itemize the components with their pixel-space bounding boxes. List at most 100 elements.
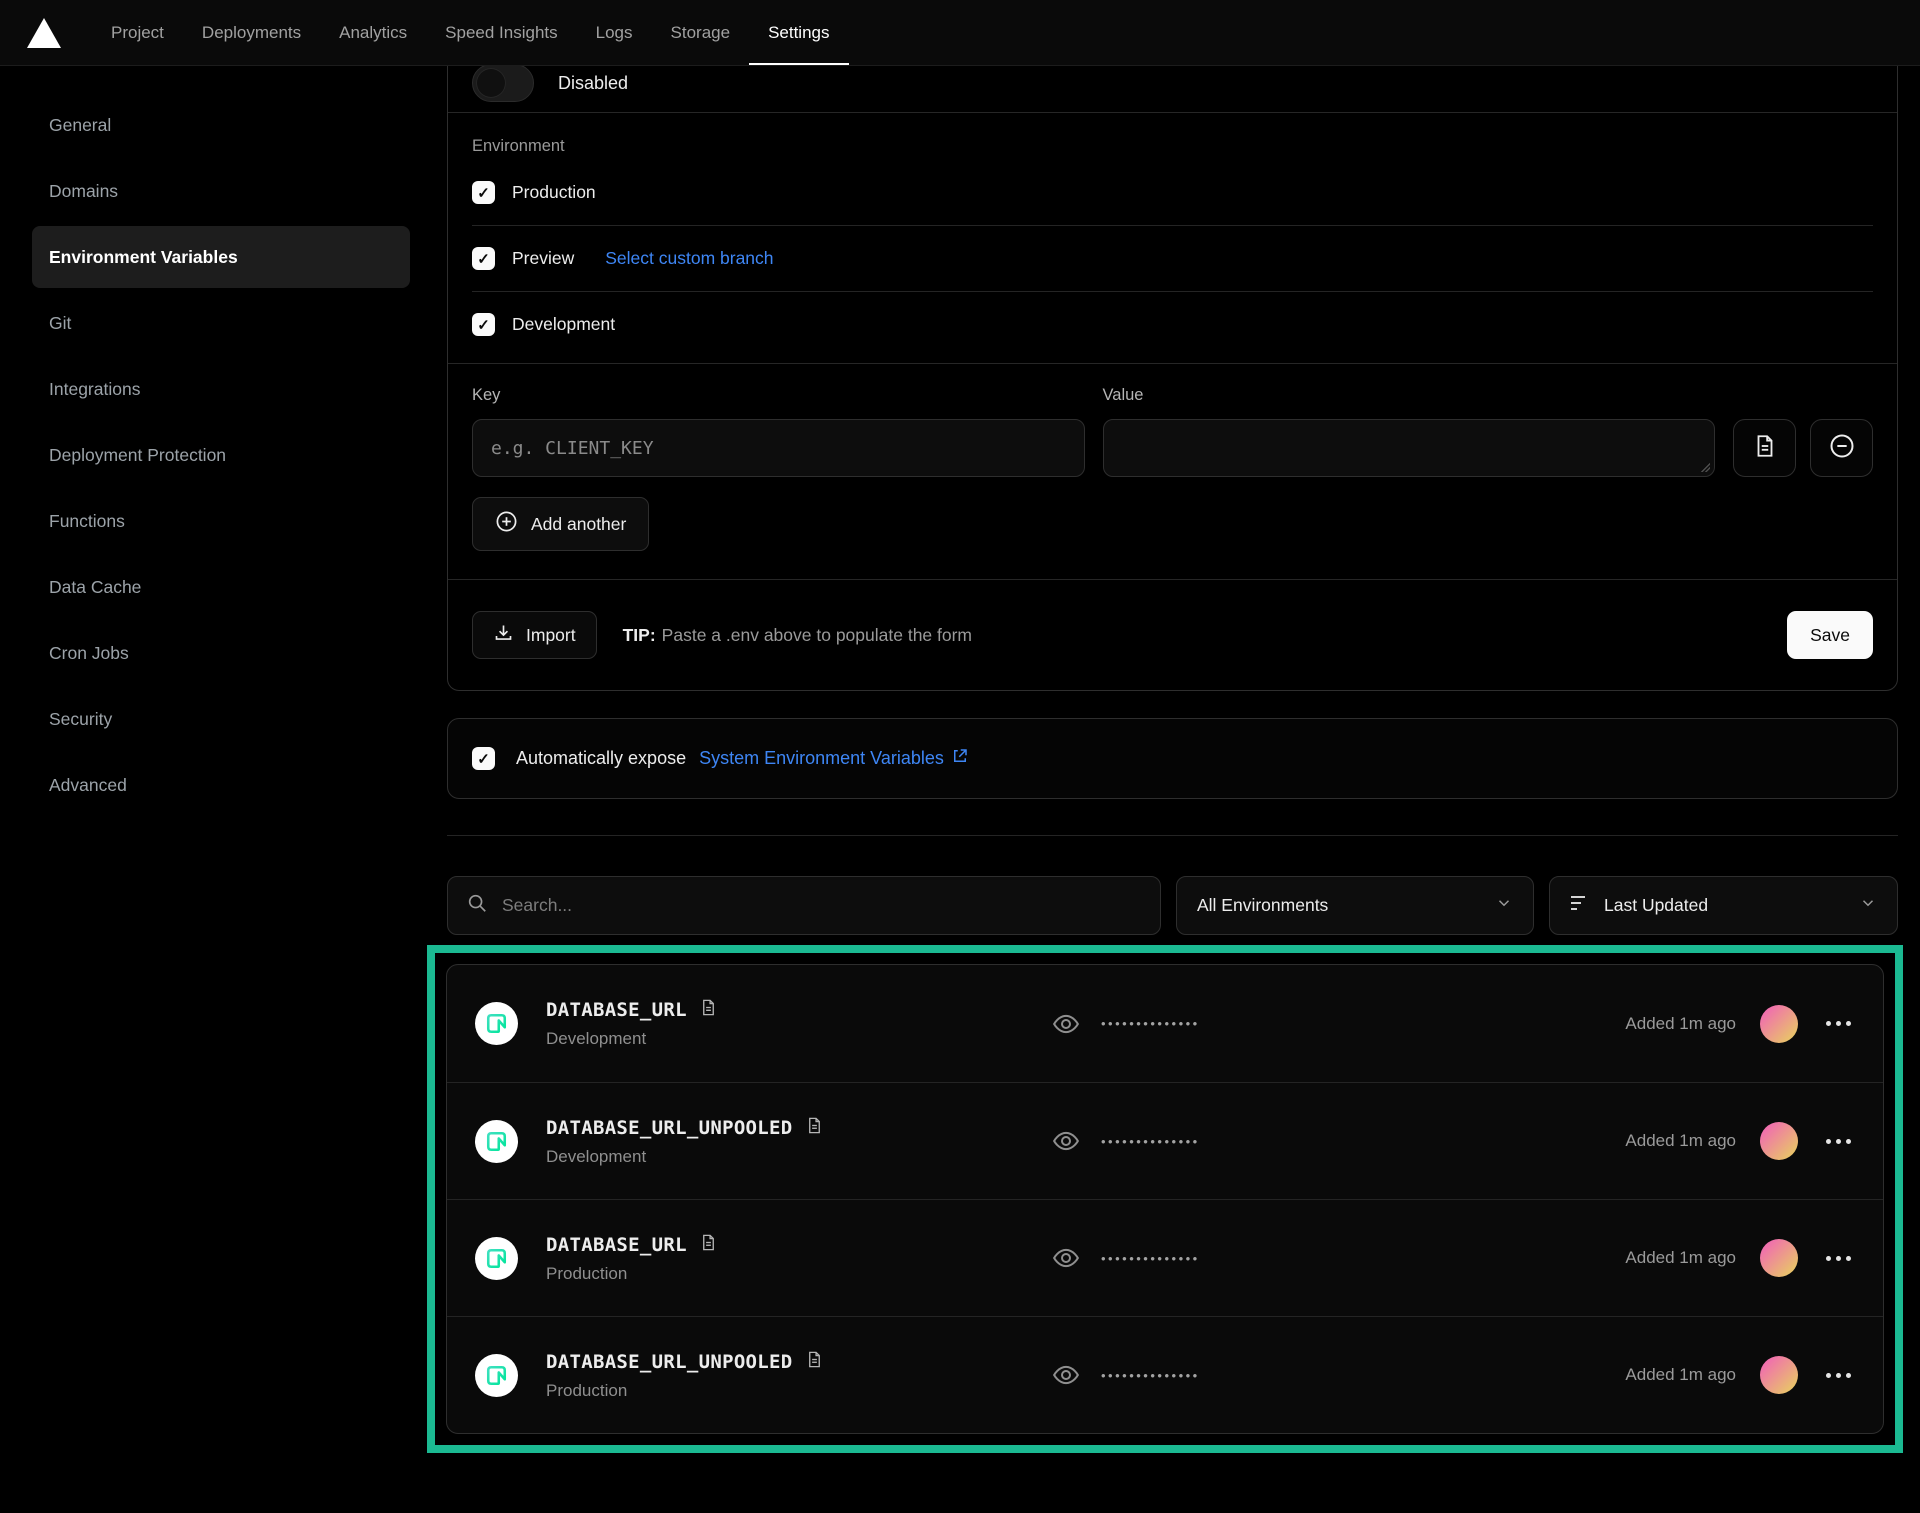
environment-section-title: Environment bbox=[472, 137, 1873, 156]
search-box bbox=[447, 876, 1161, 935]
row-menu-button[interactable] bbox=[1822, 1365, 1855, 1386]
environment-filter-dropdown[interactable]: All Environments bbox=[1176, 876, 1534, 935]
save-button[interactable]: Save bbox=[1787, 611, 1873, 659]
remove-row-button[interactable] bbox=[1810, 419, 1873, 477]
added-timestamp: Added 1m ago bbox=[1625, 1014, 1736, 1034]
masked-value: •••••••••••••• bbox=[1101, 1134, 1200, 1149]
env-label-production: Production bbox=[512, 182, 596, 203]
row-menu-button[interactable] bbox=[1822, 1248, 1855, 1269]
env-label-development: Development bbox=[512, 314, 615, 335]
env-label-preview: Preview bbox=[512, 248, 574, 269]
env-row-development: ✓ Development bbox=[472, 292, 1873, 363]
masked-value: •••••••••••••• bbox=[1101, 1016, 1200, 1031]
nav-item-project[interactable]: Project bbox=[92, 0, 183, 65]
sidebar-item-general[interactable]: General bbox=[32, 94, 410, 156]
settings-sidebar: General Domains Environment Variables Gi… bbox=[0, 66, 447, 1513]
sort-dropdown[interactable]: Last Updated bbox=[1549, 876, 1898, 935]
env-variable-row: DATABASE_URL_UNPOOLED Development bbox=[447, 1082, 1883, 1199]
reveal-value-button[interactable] bbox=[1051, 1009, 1081, 1039]
sidebar-item-security[interactable]: Security bbox=[32, 688, 410, 750]
sidebar-item-integrations[interactable]: Integrations bbox=[32, 358, 410, 420]
chevron-down-icon bbox=[1859, 894, 1877, 917]
added-timestamp: Added 1m ago bbox=[1625, 1248, 1736, 1268]
sidebar-item-domains[interactable]: Domains bbox=[32, 160, 410, 222]
add-another-button[interactable]: Add another bbox=[472, 497, 649, 551]
user-avatar bbox=[1760, 1239, 1798, 1277]
env-var-form-card: Disabled Environment ✓ Production ✓ Prev… bbox=[447, 54, 1898, 691]
toggle-label: Disabled bbox=[558, 73, 628, 94]
top-nav: Project Deployments Analytics Speed Insi… bbox=[0, 0, 1920, 66]
reveal-value-button[interactable] bbox=[1051, 1126, 1081, 1156]
variable-environment: Production bbox=[546, 1264, 1051, 1284]
key-value-section: Key Value bbox=[448, 363, 1897, 579]
tip-text: TIP:Paste a .env above to populate the f… bbox=[623, 625, 972, 646]
search-icon bbox=[466, 892, 488, 919]
download-icon bbox=[493, 622, 514, 648]
search-input[interactable] bbox=[502, 895, 1142, 916]
system-env-text: Automatically expose bbox=[516, 748, 686, 769]
nav-item-logs[interactable]: Logs bbox=[577, 0, 652, 65]
user-avatar bbox=[1760, 1122, 1798, 1160]
variable-environment: Development bbox=[546, 1029, 1051, 1049]
select-custom-branch-link[interactable]: Select custom branch bbox=[605, 248, 773, 269]
system-env-link[interactable]: System Environment Variables bbox=[699, 747, 969, 770]
variable-name: DATABASE_URL bbox=[546, 1234, 687, 1256]
reveal-value-button[interactable] bbox=[1051, 1243, 1081, 1273]
main-content: Disabled Environment ✓ Production ✓ Prev… bbox=[447, 66, 1920, 1513]
ellipsis-icon bbox=[1826, 1256, 1831, 1261]
sidebar-item-environment-variables[interactable]: Environment Variables bbox=[32, 226, 410, 288]
import-button[interactable]: Import bbox=[472, 611, 597, 659]
toggle-knob-icon bbox=[476, 68, 506, 98]
import-label: Import bbox=[526, 625, 576, 646]
env-row-production: ✓ Production bbox=[472, 160, 1873, 226]
sidebar-item-advanced[interactable]: Advanced bbox=[32, 754, 410, 816]
neon-logo-icon bbox=[475, 1354, 518, 1397]
row-menu-button[interactable] bbox=[1822, 1013, 1855, 1034]
plus-circle-icon bbox=[495, 510, 518, 538]
variable-name: DATABASE_URL_UNPOOLED bbox=[546, 1117, 793, 1139]
sidebar-item-deployment-protection[interactable]: Deployment Protection bbox=[32, 424, 410, 486]
added-timestamp: Added 1m ago bbox=[1625, 1131, 1736, 1151]
nav-item-settings[interactable]: Settings bbox=[749, 0, 848, 65]
form-footer: Import TIP:Paste a .env above to populat… bbox=[448, 579, 1897, 690]
key-input[interactable] bbox=[472, 419, 1085, 477]
add-another-label: Add another bbox=[531, 514, 626, 535]
sort-lines-icon bbox=[1570, 894, 1590, 917]
env-variable-row: DATABASE_URL Production bbox=[447, 1199, 1883, 1316]
value-input[interactable] bbox=[1103, 419, 1716, 477]
key-label: Key bbox=[472, 386, 1085, 405]
nav-item-analytics[interactable]: Analytics bbox=[320, 0, 426, 65]
sort-value: Last Updated bbox=[1604, 895, 1708, 916]
variable-environment: Production bbox=[546, 1381, 1051, 1401]
masked-value: •••••••••••••• bbox=[1101, 1368, 1200, 1383]
checkbox-development[interactable]: ✓ bbox=[472, 313, 495, 336]
sidebar-item-data-cache[interactable]: Data Cache bbox=[32, 556, 410, 618]
nav-item-deployments[interactable]: Deployments bbox=[183, 0, 320, 65]
environment-section: Environment ✓ Production ✓ Preview Selec… bbox=[448, 113, 1897, 363]
row-menu-button[interactable] bbox=[1822, 1131, 1855, 1152]
env-variable-row: DATABASE_URL Development bbox=[447, 965, 1883, 1082]
checkbox-production[interactable]: ✓ bbox=[472, 181, 495, 204]
reveal-value-button[interactable] bbox=[1051, 1360, 1081, 1390]
note-icon bbox=[805, 1116, 824, 1140]
variable-environment: Development bbox=[546, 1147, 1051, 1167]
chevron-down-icon bbox=[1495, 894, 1513, 917]
nav-item-speed-insights[interactable]: Speed Insights bbox=[426, 0, 576, 65]
sidebar-item-git[interactable]: Git bbox=[32, 292, 410, 354]
env-row-preview: ✓ Preview Select custom branch bbox=[472, 226, 1873, 292]
sidebar-item-cron-jobs[interactable]: Cron Jobs bbox=[32, 622, 410, 684]
neon-logo-icon bbox=[475, 1002, 518, 1045]
nav-item-storage[interactable]: Storage bbox=[652, 0, 750, 65]
paste-env-file-button[interactable] bbox=[1733, 419, 1796, 477]
checkbox-system-env[interactable]: ✓ bbox=[472, 747, 495, 770]
checkbox-preview[interactable]: ✓ bbox=[472, 247, 495, 270]
divider bbox=[447, 835, 1898, 836]
minus-circle-icon bbox=[1828, 432, 1856, 465]
environment-filter-value: All Environments bbox=[1197, 895, 1328, 916]
note-icon bbox=[699, 998, 718, 1022]
disabled-toggle[interactable] bbox=[472, 64, 534, 102]
vercel-triangle-logo[interactable] bbox=[26, 17, 62, 49]
added-timestamp: Added 1m ago bbox=[1625, 1365, 1736, 1385]
user-avatar bbox=[1760, 1356, 1798, 1394]
sidebar-item-functions[interactable]: Functions bbox=[32, 490, 410, 552]
